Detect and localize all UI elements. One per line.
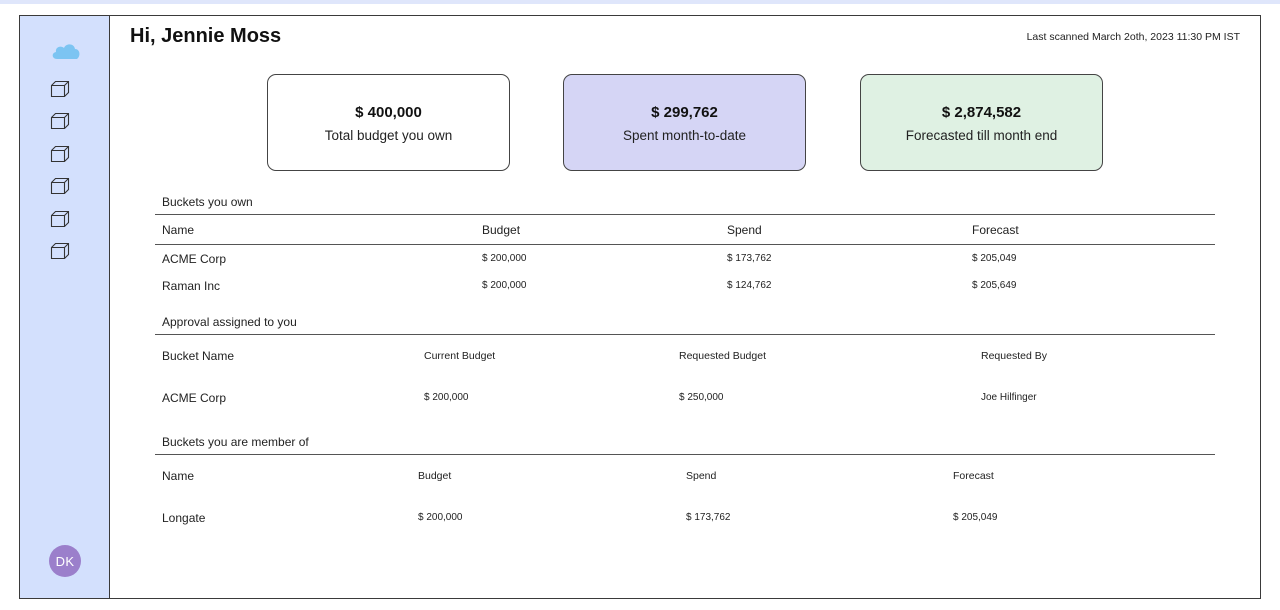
bucket-name-link[interactable]: ACME Corp <box>162 391 226 405</box>
forecast-card: $ 2,874,582 Forecasted till month end <box>860 74 1103 171</box>
forecast-cell: $ 205,049 <box>972 253 1017 264</box>
cube-icon[interactable] <box>50 242 70 260</box>
cloud-icon <box>52 44 80 59</box>
column-header-spend: Spend <box>686 470 717 482</box>
requested-budget-cell: $ 250,000 <box>679 392 724 403</box>
approvals-title: Approval assigned to you <box>162 315 297 329</box>
spend-cell: $ 124,762 <box>727 280 772 291</box>
column-header-requested-budget: Requested Budget <box>679 350 766 362</box>
total-budget-card: $ 400,000 Total budget you own <box>267 74 510 171</box>
divider <box>155 244 1215 245</box>
forecast-cell: $ 205,649 <box>972 280 1017 291</box>
page-title: Hi, Jennie Moss <box>130 25 282 47</box>
spent-card: $ 299,762 Spent month-to-date <box>563 74 806 171</box>
buckets-member-title: Buckets you are member of <box>162 435 309 449</box>
divider <box>155 454 1215 455</box>
total-budget-label: Total budget you own <box>324 128 453 143</box>
cube-icon[interactable] <box>50 112 70 130</box>
column-header-budget: Budget <box>418 470 452 482</box>
bucket-name-link[interactable]: Raman Inc <box>162 279 220 293</box>
spend-cell: $ 173,762 <box>727 253 772 264</box>
avatar[interactable]: DK <box>49 545 81 577</box>
spent-value: $ 299,762 <box>651 104 718 121</box>
column-header-name: Name <box>162 223 195 237</box>
forecast-cell: $ 205,049 <box>953 512 998 523</box>
spend-cell: $ 173,762 <box>686 512 731 523</box>
column-header-spend: Spend <box>727 223 762 237</box>
app-window: DK Hi, Jennie Moss Last scanned March 2o… <box>19 15 1261 599</box>
cube-icon[interactable] <box>50 145 70 163</box>
spent-label: Spent month-to-date <box>622 128 747 143</box>
forecast-label: Forecasted till month end <box>905 128 1058 143</box>
column-header-bucket-name: Bucket Name <box>162 349 235 363</box>
requested-by-cell: Joe Hilfinger <box>981 392 1037 403</box>
column-header-forecast: Forecast <box>972 223 1019 237</box>
forecast-value: $ 2,874,582 <box>941 104 1022 121</box>
column-header-current-budget: Current Budget <box>424 350 496 362</box>
budget-cell: $ 200,000 <box>418 512 463 523</box>
bucket-name-link[interactable]: ACME Corp <box>162 252 226 266</box>
budget-cell: $ 200,000 <box>482 280 527 291</box>
sidebar: DK <box>20 16 110 598</box>
buckets-owned-title: Buckets you own <box>162 195 253 209</box>
divider <box>155 214 1215 215</box>
cube-icon[interactable] <box>50 177 70 195</box>
cube-icon[interactable] <box>50 210 70 228</box>
bucket-name-link[interactable]: Longate <box>162 511 205 525</box>
divider <box>155 334 1215 335</box>
cube-icon[interactable] <box>50 80 70 98</box>
budget-cell: $ 200,000 <box>482 253 527 264</box>
top-strip <box>0 0 1280 4</box>
column-header-budget: Budget <box>482 223 521 237</box>
column-header-name: Name <box>162 469 195 483</box>
column-header-requested-by: Requested By <box>981 350 1047 362</box>
last-scanned-text: Last scanned March 2oth, 2023 11:30 PM I… <box>1026 31 1240 43</box>
column-header-forecast: Forecast <box>953 470 994 482</box>
current-budget-cell: $ 200,000 <box>424 392 469 403</box>
total-budget-value: $ 400,000 <box>355 104 422 121</box>
